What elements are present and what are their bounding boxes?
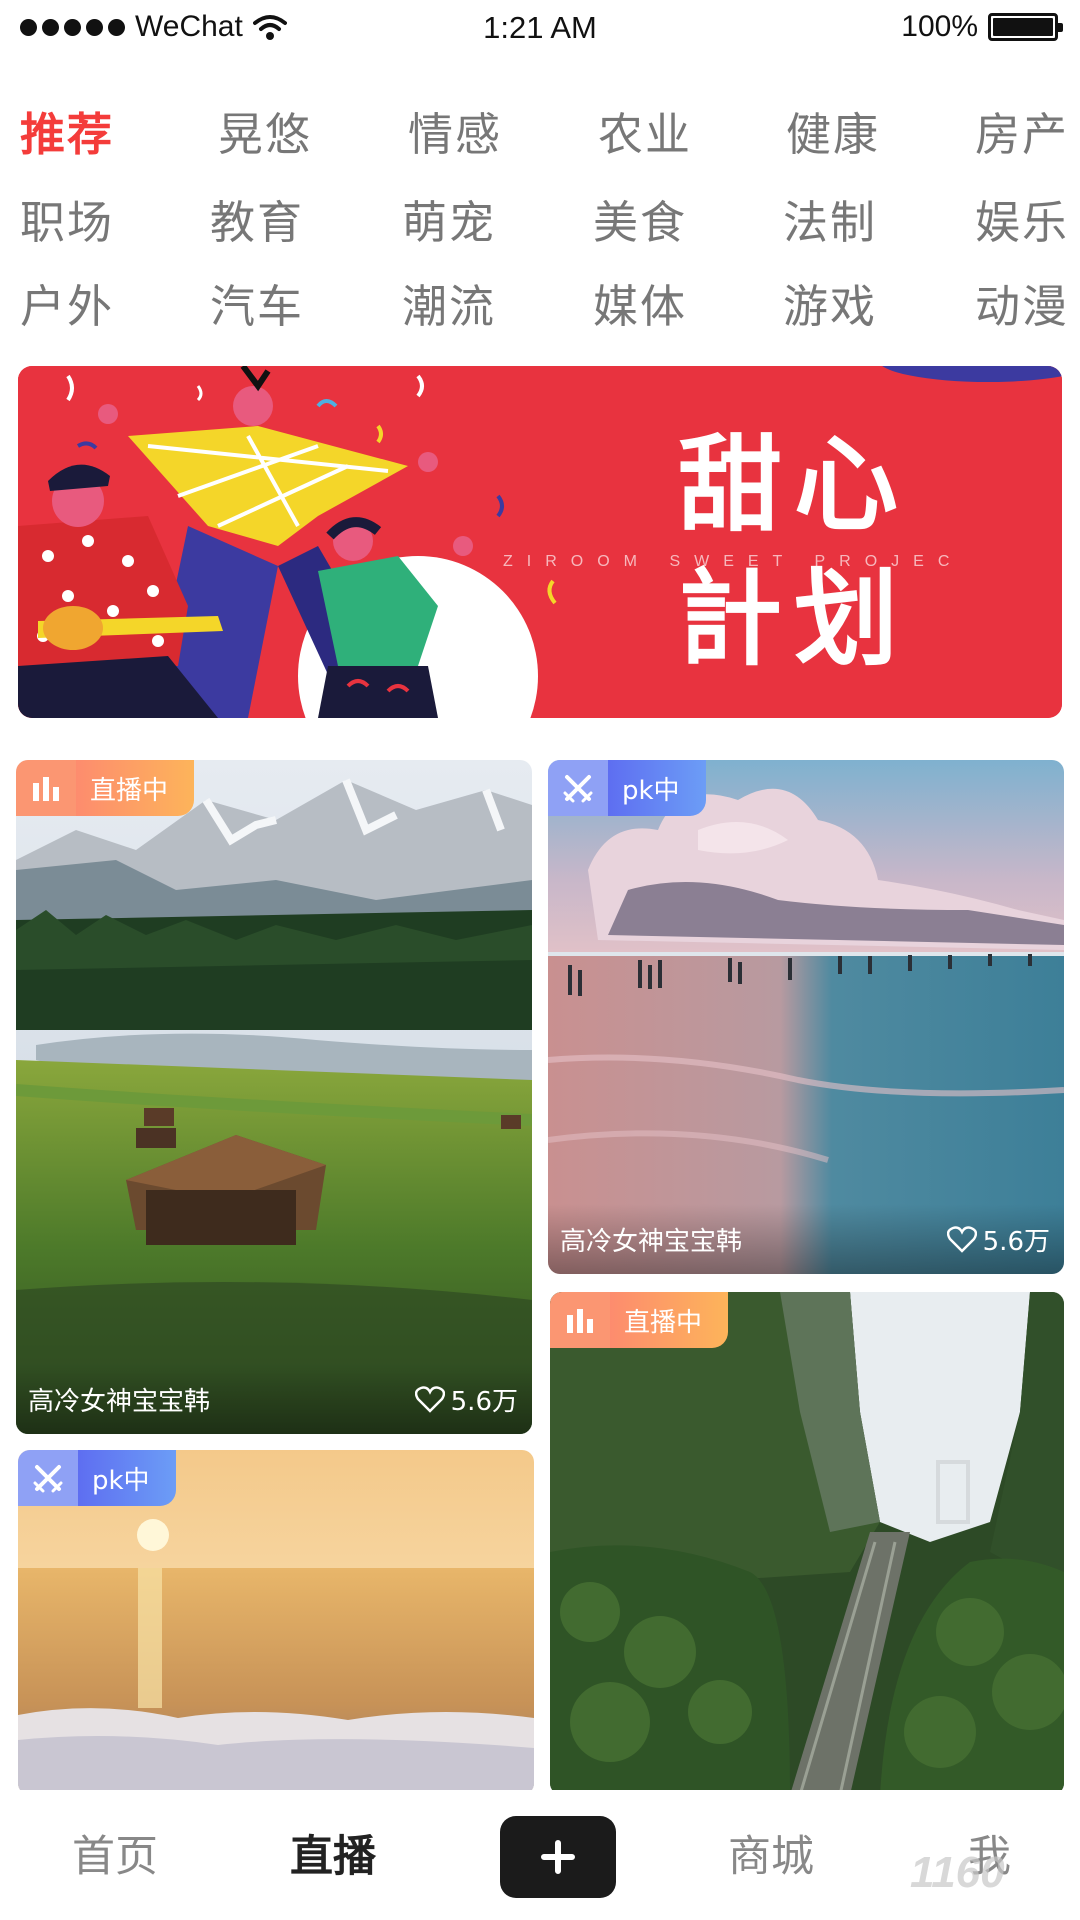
card-author: 高冷女神宝宝韩 <box>560 1226 743 1257</box>
category-tab[interactable]: 法制 <box>783 186 877 251</box>
card-likes[interactable]: 5.6万 <box>414 1381 518 1418</box>
card-author: 高冷女神宝宝韩 <box>28 1386 211 1417</box>
card-footer: 高冷女神宝宝韩 5.6万 <box>548 1204 1064 1274</box>
card-footer: 高冷女神宝宝韩 5.6万 <box>16 1364 532 1434</box>
category-tab[interactable]: 萌宠 <box>402 186 496 251</box>
create-button[interactable] <box>500 1816 616 1898</box>
bar-chart-icon <box>16 760 76 816</box>
promo-banner[interactable]: 甜心 計划 ZIROOM SWEET PROJEC <box>18 366 1062 718</box>
pk-badge: pk中 <box>548 760 706 816</box>
category-tab[interactable]: 职场 <box>20 186 114 251</box>
nav-mall[interactable]: 商城 <box>728 1822 814 1884</box>
pk-badge: pk中 <box>18 1450 176 1506</box>
category-tab[interactable]: 媒体 <box>593 270 687 335</box>
banner-subtitle: ZIROOM SWEET PROJEC <box>503 553 964 570</box>
category-tab[interactable]: 美食 <box>593 186 687 251</box>
live-card[interactable]: 直播中 高冷女神宝宝韩 5.6万 <box>16 760 532 1434</box>
battery-percent: 100% <box>901 10 978 43</box>
heart-icon <box>946 1226 977 1253</box>
category-tab[interactable]: 晃悠 <box>218 98 312 163</box>
status-right: 100% <box>901 10 1063 44</box>
badge-label: 直播中 <box>610 1292 729 1348</box>
status-bar: WeChat 1:21 AM 100% <box>0 0 1080 62</box>
plus-icon <box>541 1840 575 1874</box>
category-tab[interactable]: 农业 <box>598 98 692 163</box>
crossed-swords-icon <box>18 1450 78 1506</box>
live-badge: 直播中 <box>16 760 195 816</box>
card-thumbnail <box>548 760 1064 1274</box>
nav-home[interactable]: 首页 <box>72 1822 158 1884</box>
category-tab[interactable]: 潮流 <box>402 270 496 335</box>
bottom-nav: 首页 直播 商城 我 1160 <box>0 1790 1080 1920</box>
badge-label: pk中 <box>78 1450 176 1506</box>
card-likes[interactable]: 5.6万 <box>946 1221 1050 1258</box>
card-thumbnail <box>16 760 532 1434</box>
pk-card[interactable]: pk中 高冷女神宝宝韩 5.6万 <box>548 760 1064 1274</box>
category-tab[interactable]: 娱乐 <box>975 186 1069 251</box>
crossed-swords-icon <box>548 760 608 816</box>
category-tab[interactable]: 动漫 <box>975 270 1069 335</box>
category-grid: 推荐 晃悠 情感 农业 健康 房产 职场 教育 萌宠 美食 法制 娱乐 户外 汽… <box>0 98 1080 350</box>
nav-live[interactable]: 直播 <box>290 1822 376 1884</box>
battery-icon <box>988 13 1063 41</box>
banner-title: 甜心 計划 <box>678 424 911 680</box>
category-tab[interactable]: 健康 <box>786 98 880 163</box>
bar-chart-icon <box>550 1292 610 1348</box>
category-tab[interactable]: 游戏 <box>783 270 877 335</box>
live-badge: 直播中 <box>550 1292 729 1348</box>
category-tab[interactable]: 户外 <box>20 270 114 335</box>
live-card[interactable]: 直播中 <box>550 1292 1064 1795</box>
watermark: 1160 <box>910 1848 1005 1897</box>
card-thumbnail <box>550 1292 1064 1795</box>
category-tab[interactable]: 房产 <box>975 98 1069 163</box>
badge-label: pk中 <box>608 760 706 816</box>
category-tab[interactable]: 汽车 <box>210 270 304 335</box>
category-tab[interactable]: 情感 <box>408 98 502 163</box>
pk-card[interactable]: pk中 <box>18 1450 534 1795</box>
badge-label: 直播中 <box>76 760 195 816</box>
heart-icon <box>414 1386 445 1413</box>
category-tab[interactable]: 教育 <box>210 186 304 251</box>
category-tab-recommend[interactable]: 推荐 <box>20 98 114 163</box>
